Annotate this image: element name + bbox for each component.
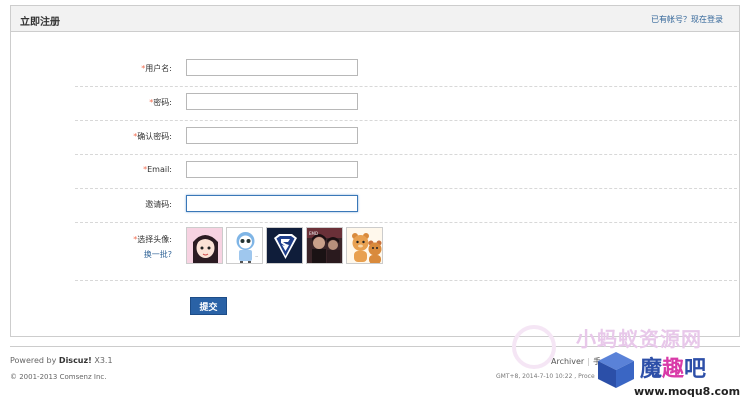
discuz-link[interactable]: Discuz! xyxy=(59,356,92,365)
avatar-option[interactable]: EMD xyxy=(306,227,343,264)
confirm-password-label: *确认密码: xyxy=(133,132,172,141)
form-row-password: *密码: xyxy=(75,87,737,121)
cute-bears-avatar-icon xyxy=(347,228,382,263)
swap-avatars-link[interactable]: 换一批? xyxy=(144,249,172,260)
form-row-username: *用户名: xyxy=(75,53,737,87)
watermark-url: www.moqu8.com xyxy=(634,385,741,398)
powered-by: Powered by Discuz! X3.1 xyxy=(10,356,113,365)
password-input[interactable] xyxy=(186,93,358,110)
password-label: *密码: xyxy=(149,98,172,107)
confirm-password-input[interactable] xyxy=(186,127,358,144)
login-link[interactable]: 已有帐号？现在登录 xyxy=(651,14,723,25)
copyright-text: © 2001-2013 Comsenz Inc. xyxy=(10,373,107,381)
avatar-label: *选择头像: xyxy=(133,235,172,244)
email-input[interactable] xyxy=(186,161,358,178)
username-label: *用户名: xyxy=(141,64,172,73)
svg-text:~: ~ xyxy=(255,254,258,259)
avatar-option[interactable] xyxy=(346,227,383,264)
watermark-circle-icon xyxy=(512,325,556,369)
cube-logo-icon xyxy=(598,352,634,388)
superman-logo-avatar-icon xyxy=(267,228,302,263)
email-label: *Email: xyxy=(143,165,172,174)
username-input[interactable] xyxy=(186,59,358,76)
svg-text:EMD: EMD xyxy=(309,231,318,236)
invite-code-input[interactable] xyxy=(186,195,358,212)
dark-figures-avatar-icon: EMD xyxy=(307,228,342,263)
avatar-option[interactable]: ~ xyxy=(226,227,263,264)
avatar-option[interactable] xyxy=(186,227,223,264)
invite-code-label: 邀请码: xyxy=(145,200,172,209)
watermark-text-brand: 魔趣吧 xyxy=(640,357,707,382)
avatar-list: ~ EMD xyxy=(186,227,383,264)
panel-header: 立即注册 已有帐号？现在登录 xyxy=(11,6,739,32)
form-row-email: *Email: xyxy=(75,155,737,189)
anime-girl-avatar-icon xyxy=(187,228,222,263)
watermark-logo: 小蚂蚁资源网 魔趣吧 www.moqu8.com xyxy=(496,321,748,407)
submit-button[interactable]: 提交 xyxy=(190,297,227,315)
form-row-avatar: *选择头像: 换一批? ~ EMD xyxy=(75,223,737,281)
watermark-text-top: 小蚂蚁资源网 xyxy=(576,327,702,351)
form-row-confirm-password: *确认密码: xyxy=(75,121,737,155)
page-title: 立即注册 xyxy=(20,17,60,28)
form-row-invite-code: 邀请码: xyxy=(75,189,737,223)
avatar-option[interactable] xyxy=(266,227,303,264)
cartoon-boy-avatar-icon: ~ xyxy=(227,228,262,263)
